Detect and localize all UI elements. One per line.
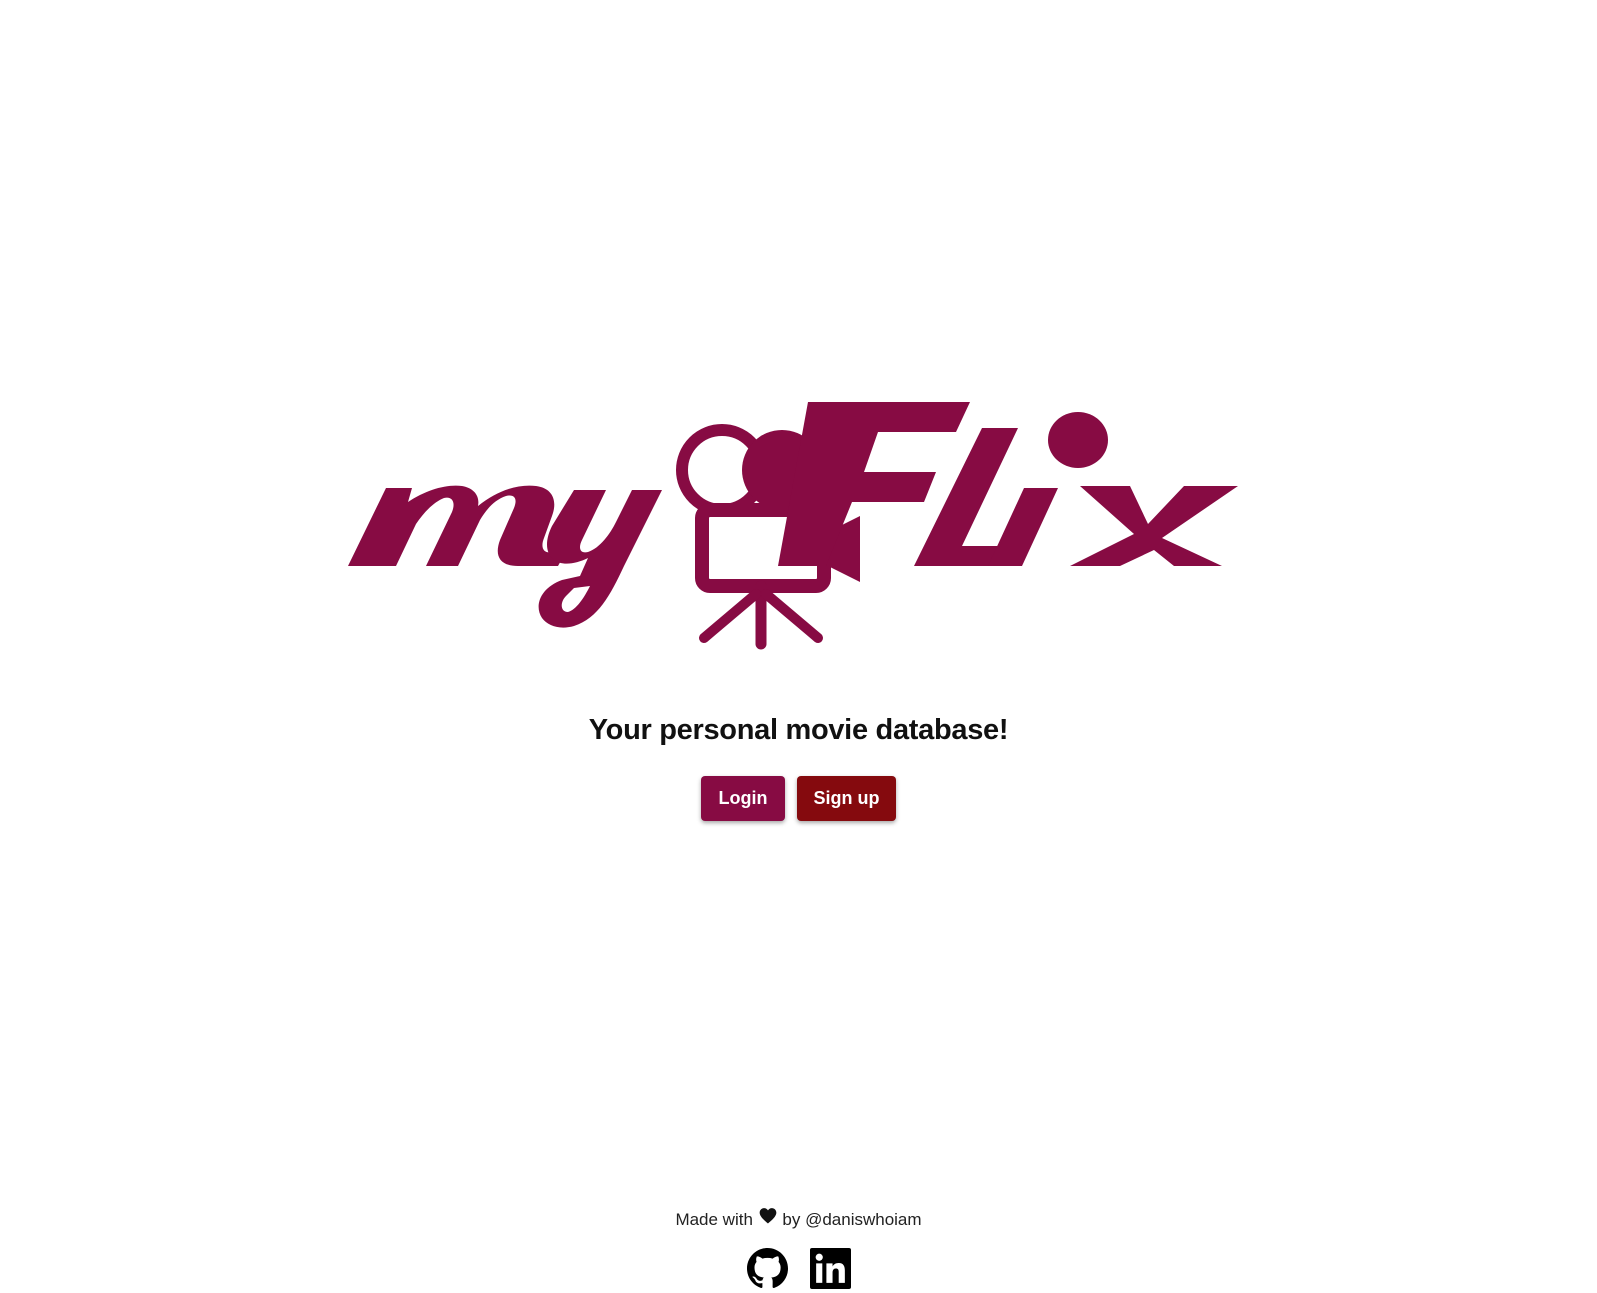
auth-actions: Login Sign up (0, 776, 1597, 821)
social-links (0, 1248, 1597, 1289)
github-icon (746, 1248, 788, 1288)
github-link[interactable] (746, 1248, 788, 1289)
page-tagline: Your personal movie database! (588, 714, 1009, 746)
made-with-text: Made with (675, 1210, 753, 1229)
linkedin-icon (809, 1248, 851, 1289)
heart-icon (759, 1208, 776, 1224)
landing-page: Your personal movie database! Login Sign… (0, 0, 1597, 1293)
author-text: by @daniswhoiam (782, 1210, 922, 1229)
signup-button[interactable]: Sign up (797, 776, 896, 821)
footer-credit: Made with by @daniswhoiam (0, 1206, 1597, 1230)
myflix-logo (348, 402, 1238, 650)
login-button[interactable]: Login (701, 776, 785, 821)
linkedin-link[interactable] (809, 1248, 851, 1289)
